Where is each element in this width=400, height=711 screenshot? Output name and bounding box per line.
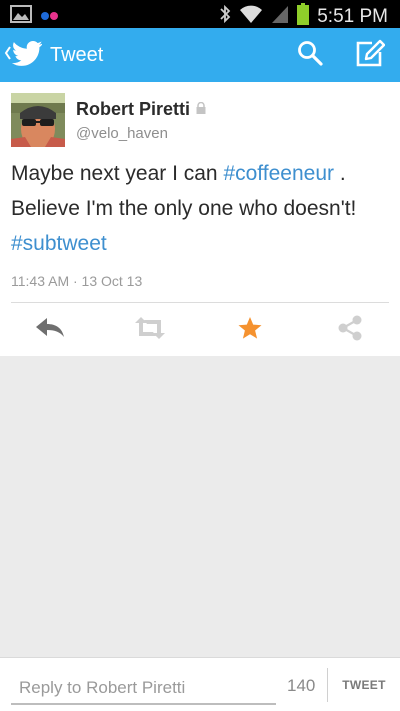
hashtag-link[interactable]: #subtweet <box>11 232 107 255</box>
compose-tweet-button[interactable] <box>340 28 400 82</box>
bluetooth-icon <box>219 4 231 29</box>
lock-icon <box>196 101 206 119</box>
chevron-left-icon <box>4 45 12 66</box>
reply-input[interactable] <box>11 673 276 705</box>
compose-icon <box>355 39 386 72</box>
reply-composer: 140 TWEET <box>0 657 400 711</box>
reply-button[interactable] <box>0 304 100 356</box>
hashtag-link[interactable]: #coffeeneur <box>223 162 334 185</box>
retweet-icon <box>133 316 167 345</box>
action-bar: Tweet <box>0 28 400 82</box>
status-bar: 5:51 PM <box>0 0 400 28</box>
search-icon <box>297 40 323 71</box>
flickr-notification-icon <box>40 8 60 26</box>
share-icon <box>337 315 363 346</box>
reply-icon <box>35 317 65 344</box>
author-avatar[interactable] <box>11 93 65 147</box>
search-button[interactable] <box>280 28 340 82</box>
tweet-timestamp: 11:43 AM · 13 Oct 13 <box>11 273 143 289</box>
tweet-detail-card: Robert Piretti @velo_haven Maybe next ye… <box>0 82 400 356</box>
status-time: 5:51 PM <box>317 5 388 27</box>
back-home-button[interactable] <box>4 40 43 71</box>
author-name[interactable]: Robert Piretti <box>76 99 190 120</box>
author-handle[interactable]: @velo_haven <box>76 125 168 142</box>
share-button[interactable] <box>300 304 400 356</box>
send-tweet-button[interactable]: TWEET <box>328 658 400 711</box>
twitter-bird-logo <box>11 40 43 71</box>
favorite-button[interactable] <box>200 304 300 356</box>
divider <box>11 302 389 303</box>
character-count: 140 <box>287 676 316 695</box>
page-title: Tweet <box>50 43 104 66</box>
battery-icon <box>297 3 310 30</box>
tweet-text: Maybe next year I can #coffeeneur . Beli… <box>11 156 391 261</box>
wifi-icon <box>239 4 263 29</box>
signal-icon <box>271 4 289 29</box>
tweet-action-bar <box>0 304 400 356</box>
retweet-button[interactable] <box>100 304 200 356</box>
gallery-notification-icon <box>10 5 32 28</box>
tweet-text-part: Maybe next year I can <box>11 162 224 185</box>
star-icon <box>237 316 263 345</box>
